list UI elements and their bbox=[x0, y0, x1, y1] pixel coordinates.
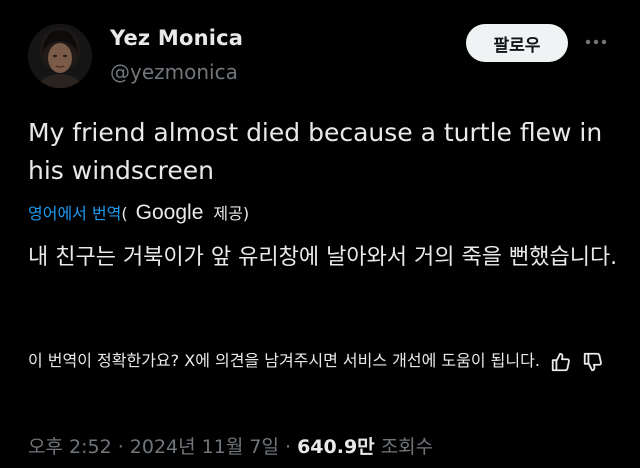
translation-source: 영어에서 번역 ( Google 제공) bbox=[28, 200, 249, 225]
view-count: 640.9만 bbox=[297, 436, 375, 458]
avatar[interactable] bbox=[28, 24, 92, 88]
more-horizontal-icon bbox=[585, 39, 607, 45]
thumbs-down-button[interactable] bbox=[582, 351, 604, 373]
translation-feedback: 이 번역이 정확한가요? X에 의견을 남겨주시면 서비스 개선에 도움이 됩니… bbox=[28, 346, 618, 376]
feedback-prompt: 이 번역이 정확한가요? X에 의견을 남겨주시면 서비스 개선에 도움이 됩니… bbox=[28, 351, 540, 370]
meta-separator: · bbox=[278, 436, 298, 458]
tweet-date[interactable]: 2024년 11월 7일 bbox=[130, 436, 279, 458]
author-name[interactable]: Yez Monica bbox=[110, 26, 243, 50]
tweet-meta: 오후 2:52 · 2024년 11월 7일 · 640.9만 조회수 bbox=[28, 432, 433, 459]
meta-separator: · bbox=[111, 436, 130, 458]
tweet-time[interactable]: 오후 2:52 bbox=[28, 436, 112, 458]
tweet-detail: Yez Monica @yezmonica 팔로우 My friend almo… bbox=[0, 0, 640, 468]
thumbs-up-button[interactable] bbox=[550, 351, 572, 373]
more-options-button[interactable] bbox=[580, 28, 612, 56]
provider-suffix: 제공) bbox=[213, 204, 250, 223]
translated-text: 내 친구는 거북이가 앞 유리창에 날아와서 거의 죽을 뻔했습니다. bbox=[28, 245, 618, 270]
open-paren: ( bbox=[121, 204, 128, 223]
thumbs-down-icon bbox=[583, 352, 602, 371]
translated-from-link[interactable]: 영어에서 번역 bbox=[28, 200, 121, 224]
tweet-text: My friend almost died because a turtle f… bbox=[28, 118, 603, 185]
views-label: 조회수 bbox=[374, 436, 434, 458]
google-logo: Google bbox=[135, 201, 204, 224]
thumbs-up-icon bbox=[551, 352, 570, 371]
follow-button[interactable]: 팔로우 bbox=[466, 24, 568, 62]
author-handle[interactable]: @yezmonica bbox=[110, 60, 238, 84]
profile-photo-icon bbox=[28, 24, 92, 88]
